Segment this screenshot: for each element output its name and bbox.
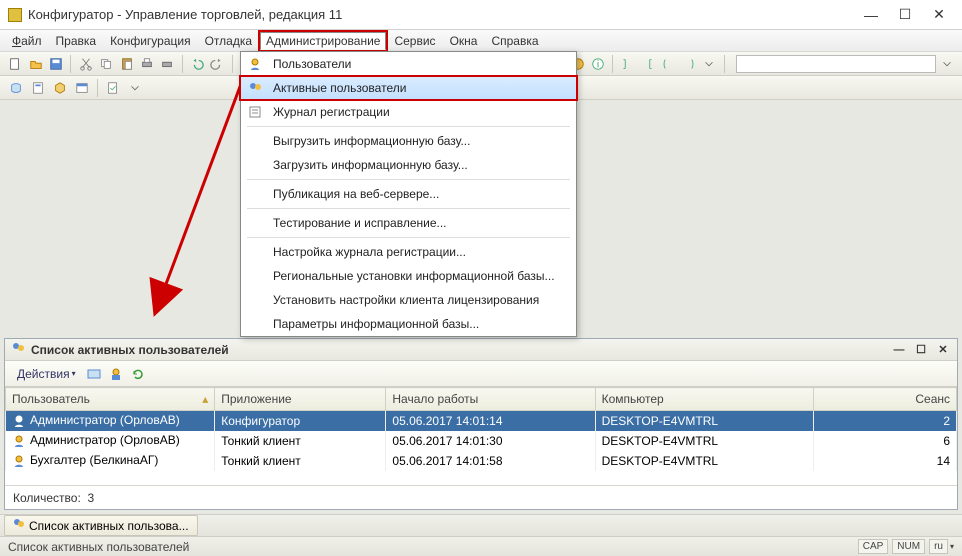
child-title: Список активных пользователей [31,343,229,357]
indicator-cap: CAP [858,539,889,554]
window-icon[interactable] [72,78,92,98]
new-icon[interactable] [6,54,24,74]
bracket4-icon[interactable] [680,54,698,74]
doc-dd-icon[interactable] [125,78,145,98]
search-dd-icon[interactable] [938,54,956,74]
dd-event-log[interactable]: Журнал регистрации [241,100,576,124]
open-icon[interactable] [26,54,44,74]
child-minimize-button[interactable]: — [891,343,907,357]
dd-users[interactable]: Пользователи [241,52,576,76]
user-row-icon [12,454,26,468]
table-row[interactable]: Администратор (ОрловАВ) Тонкий клиент 05… [6,431,957,451]
menu-file[interactable]: Файл [6,32,48,50]
active-users-table[interactable]: Пользователь ▴ Приложение Начало работы … [5,387,957,485]
doc-check-icon[interactable] [103,78,123,98]
log-icon [247,104,263,120]
statusbar: Список активных пользователей CAP NUM ru… [0,536,962,556]
bracket-dd-icon[interactable] [700,54,718,74]
child-maximize-button[interactable]: ☐ [913,343,929,357]
app-icon [8,8,22,22]
save-icon[interactable] [47,54,65,74]
db-icon[interactable] [6,78,26,98]
dd-log-settings[interactable]: Настройка журнала регистрации... [241,240,576,264]
window-title: Конфигуратор - Управление торговлей, ред… [28,7,864,22]
dd-regional-settings[interactable]: Региональные установки информационной ба… [241,264,576,288]
taskbar: Список активных пользова... [0,514,962,536]
menu-windows[interactable]: Окна [444,32,484,50]
dd-infobase-params[interactable]: Параметры информационной базы... [241,312,576,336]
maximize-button[interactable]: ☐ [898,8,912,22]
administration-dropdown: Пользователи Активные пользователи Журна… [240,51,577,337]
bracket3-icon[interactable] [659,54,677,74]
dd-load-infobase[interactable]: Загрузить информационную базу... [241,153,576,177]
redo-icon[interactable] [208,54,226,74]
child-close-button[interactable]: ✕ [935,343,951,357]
report-icon[interactable] [28,78,48,98]
bracket1-icon[interactable] [618,54,636,74]
bracket2-icon[interactable] [639,54,657,74]
cube-icon[interactable] [50,78,70,98]
user-icon [247,56,263,72]
active-users-window: Список активных пользователей — ☐ ✕ Дейс… [4,338,958,510]
chevron-down-icon[interactable]: ▾ [950,542,954,551]
menu-help[interactable]: Справка [485,32,544,50]
menu-config[interactable]: Конфигурация [104,32,197,50]
child-titlebar: Список активных пользователей — ☐ ✕ [5,339,957,361]
user-row-icon [12,434,26,448]
menu-edit[interactable]: Правка [50,32,103,50]
sort-asc-icon: ▴ [202,392,208,406]
count-label: Количество: [13,491,81,505]
minimize-button[interactable]: — [864,8,878,22]
dd-active-users[interactable]: Активные пользователи [241,76,576,100]
users-icon [247,80,263,96]
indicator-lang: ru [929,539,948,554]
col-start[interactable]: Начало работы [386,388,595,411]
search-input[interactable] [736,55,936,73]
table-row[interactable]: Бухгалтер (БелкинаАГ) Тонкий клиент 05.0… [6,451,957,471]
help-icon[interactable]: i [589,54,607,74]
child-toolbar: Действия ▾ [5,361,957,387]
undo-icon[interactable] [188,54,206,74]
close-button[interactable]: ✕ [932,8,946,22]
col-app[interactable]: Приложение [215,388,386,411]
dd-dump-infobase[interactable]: Выгрузить информационную базу... [241,129,576,153]
print2-icon[interactable] [158,54,176,74]
user-row-icon [12,414,26,428]
dd-test-repair[interactable]: Тестирование и исправление... [241,211,576,235]
indicator-num: NUM [892,539,925,554]
copy-icon[interactable] [97,54,115,74]
menu-service[interactable]: Сервис [388,32,441,50]
dd-license-settings[interactable]: Установить настройки клиента лицензирова… [241,288,576,312]
paste-icon[interactable] [117,54,135,74]
cut-icon[interactable] [76,54,94,74]
svg-text:i: i [597,58,599,70]
print-icon[interactable] [138,54,156,74]
table-row[interactable]: Администратор (ОрловАВ) Конфигуратор 05.… [6,411,957,431]
col-user[interactable]: Пользователь ▴ [6,388,215,411]
menu-debug[interactable]: Отладка [199,32,258,50]
user-detail-icon[interactable] [108,366,124,382]
actions-dropdown[interactable]: Действия ▾ [13,365,80,383]
col-comp[interactable]: Компьютер [595,388,814,411]
taskbar-active-users-button[interactable]: Список активных пользова... [4,515,198,536]
refresh-icon[interactable] [130,366,146,382]
users-list-icon [13,518,25,533]
users-list-icon [11,341,25,358]
menu-administration[interactable]: Администрирование [260,32,386,50]
menubar: Файл Правка Конфигурация Отладка Админис… [0,30,962,52]
status-text: Список активных пользователей [8,540,854,554]
view-icon[interactable] [86,366,102,382]
col-session[interactable]: Сеанс [814,388,957,411]
dd-publish-web[interactable]: Публикация на веб-сервере... [241,182,576,206]
table-footer: Количество: 3 [5,485,957,509]
count-value: 3 [87,491,94,505]
titlebar: Конфигуратор - Управление торговлей, ред… [0,0,962,30]
